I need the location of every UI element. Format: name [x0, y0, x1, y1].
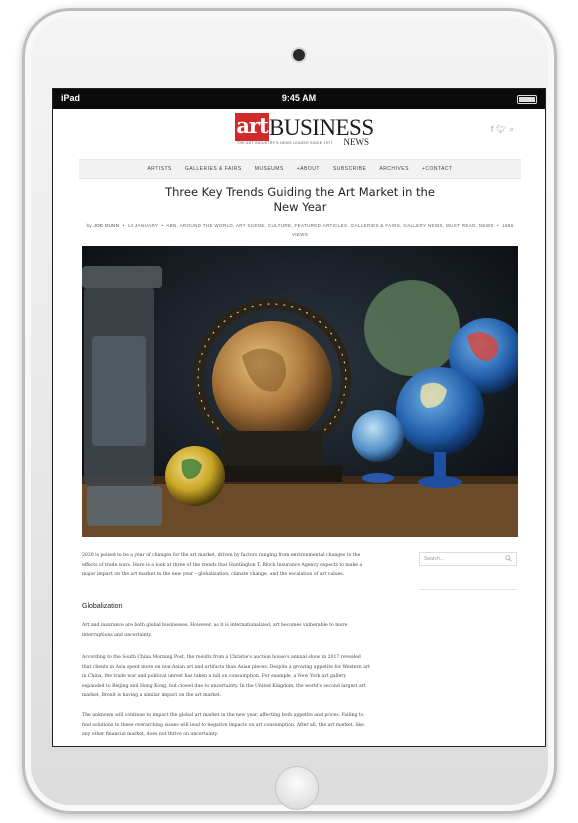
screen: iPad 9:45 AM art BUSINESS NEWS THE ART I… — [52, 88, 546, 747]
logo-art-mark: art — [235, 113, 269, 141]
sidebar-search-input[interactable]: Search... — [419, 552, 517, 566]
globes-photo — [82, 246, 518, 537]
logo-news-text: NEWS — [343, 137, 370, 147]
author-link[interactable]: JOE DUNN — [94, 223, 120, 228]
article-paragraph-2: According to the South China Morning Pos… — [82, 655, 370, 698]
nav-item-about[interactable]: +ABOUT — [297, 166, 320, 172]
twitter-icon[interactable]: 🐦︎ — [496, 125, 506, 134]
status-bar: iPad 9:45 AM — [53, 89, 545, 109]
sidebar-divider — [419, 589, 517, 590]
article-meta: by JOE DUNN • 14 JANUARY • ABN, AROUND T… — [86, 223, 514, 237]
section-heading-globalization: Globalization — [82, 603, 123, 610]
site-logo[interactable]: art BUSINESS NEWS THE ART INDUSTRY'S NEW… — [235, 113, 374, 149]
home-button[interactable] — [275, 766, 319, 810]
nav-item-subscribe[interactable]: SUBSCRIBE — [333, 166, 366, 172]
clock: 9:45 AM — [281, 93, 317, 103]
article-intro: 2020 is poised to be a year of changes f… — [82, 553, 363, 577]
search-placeholder: Search... — [424, 556, 445, 562]
header-social-icons: f 🐦︎ ⌕ — [491, 125, 517, 135]
nav-item-galleries-fairs[interactable]: GALLERIES & FAIRS — [185, 166, 242, 172]
article-paragraph-3: The unknown will continue to impact the … — [82, 713, 364, 737]
meta-by: by — [86, 223, 92, 228]
search-icon[interactable] — [505, 555, 512, 562]
nav-item-museums[interactable]: MUSEUMS — [255, 166, 284, 172]
article-paragraph-1: Art and insurance are both global busine… — [82, 623, 348, 638]
search-icon[interactable]: ⌕ — [509, 125, 513, 134]
front-camera — [293, 49, 305, 61]
main-navigation: ARTISTS GALLERIES & FAIRS MUSEUMS +ABOUT… — [79, 159, 521, 179]
hero-image — [82, 246, 518, 537]
article-categories[interactable]: ABN, AROUND THE WORLD, ART SCENE, CULTUR… — [166, 223, 494, 228]
nav-item-artists[interactable]: ARTISTS — [147, 166, 172, 172]
battery-icon — [517, 95, 537, 104]
facebook-icon[interactable]: f — [491, 125, 493, 134]
logo-tagline: THE ART INDUSTRY'S NEWS LEADER SINCE 197… — [237, 141, 333, 145]
article-title: Three Key Trends Guiding the Art Market … — [165, 185, 435, 214]
nav-item-contact[interactable]: +CONTACT — [422, 166, 453, 172]
article-date: 14 JANUARY — [127, 223, 159, 228]
nav-item-archives[interactable]: ARCHIVES — [379, 166, 409, 172]
